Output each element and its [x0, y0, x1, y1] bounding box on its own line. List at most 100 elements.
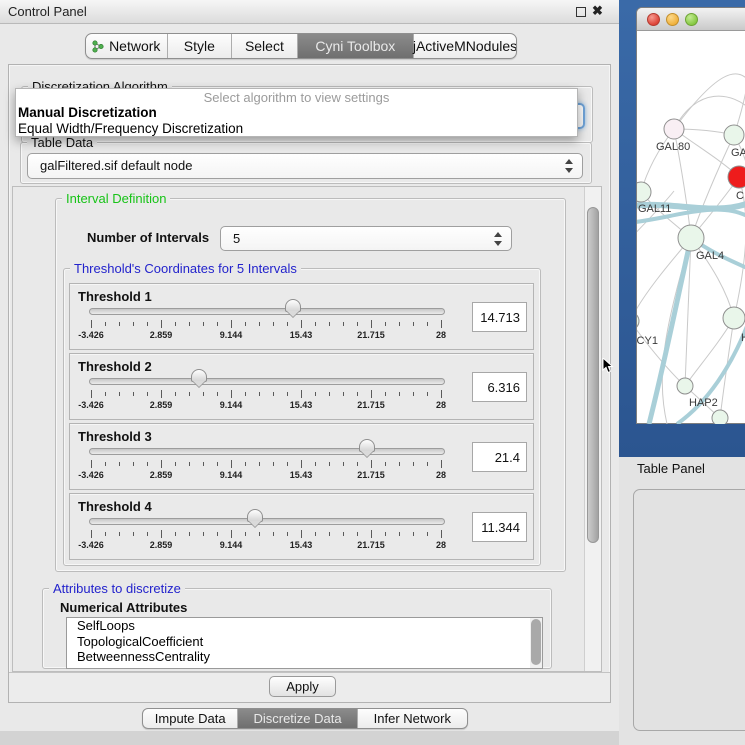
slider-tick: [385, 532, 386, 536]
threshold-slider-track[interactable]: [89, 378, 445, 385]
vertical-scrollbar-thumb[interactable]: [587, 207, 599, 543]
threshold-value-field[interactable]: 11.344: [472, 512, 527, 542]
slider-tick: [371, 460, 372, 468]
slider-tick: [301, 530, 302, 538]
threshold-value-field[interactable]: 6.316: [472, 372, 527, 402]
slider-tick: [371, 320, 372, 328]
close-traffic-light-icon[interactable]: [647, 13, 660, 26]
slider-tick: [399, 322, 400, 326]
node-label: GAL4: [696, 250, 724, 262]
tab-cyni-toolbox[interactable]: Cyni Toolbox: [298, 34, 414, 58]
close-icon[interactable]: ✖: [592, 3, 603, 19]
table-data-combobox[interactable]: galFiltered.sif default node: [27, 153, 583, 179]
slider-tick: [357, 462, 358, 466]
slider-tick: [217, 532, 218, 536]
network-node-gal11[interactable]: [637, 182, 651, 202]
control-panel: Control Panel ✖ NetworkStyle Select Cyni T…: [0, 0, 619, 745]
network-edge: [641, 129, 674, 192]
slider-tick: [441, 530, 442, 538]
slider-tick: [329, 532, 330, 536]
slider-tick: [175, 462, 176, 466]
algorithm-popup-options: Manual DiscretizationEqual Width/Frequen…: [16, 105, 577, 137]
node-label: GCY1: [637, 335, 658, 347]
algorithm-option[interactable]: Manual Discretization: [16, 105, 577, 121]
threshold-panel-2: Threshold 2-3.4262.8599.14415.4321.71528…: [69, 353, 534, 420]
algorithm-option[interactable]: Equal Width/Frequency Discretization: [16, 121, 577, 137]
slider-tick: [413, 322, 414, 326]
control-panel-titlebar: Control Panel ✖: [0, 0, 619, 24]
network-node-gal4[interactable]: [678, 225, 704, 251]
slider-tick: [203, 532, 204, 536]
threshold-slider-thumb[interactable]: [359, 439, 375, 452]
threshold-label: Threshold 3: [78, 429, 152, 444]
float-window-icon[interactable]: [576, 7, 586, 17]
slider-tick: [427, 462, 428, 466]
slider-tick-label: 21.715: [349, 330, 393, 340]
bottom-tab-infer-network[interactable]: Infer Network: [358, 709, 467, 728]
threshold-slider-track[interactable]: [89, 308, 445, 315]
network-node-c[interactable]: [728, 166, 745, 188]
network-node-ga[interactable]: [724, 125, 744, 145]
slider-tick: [119, 322, 120, 326]
threshold-slider-thumb[interactable]: [247, 509, 263, 522]
slider-tick: [161, 530, 162, 538]
slider-tick: [287, 462, 288, 466]
network-node-ha[interactable]: [723, 307, 745, 329]
attribute-list-item[interactable]: SelfLoops: [67, 618, 542, 634]
tab-network[interactable]: Network: [86, 34, 168, 58]
minimize-traffic-light-icon[interactable]: [666, 13, 679, 26]
slider-tick: [147, 322, 148, 326]
threshold-slider-track[interactable]: [89, 448, 445, 455]
tab-label: jActiveMNodules: [413, 38, 517, 54]
tab-style[interactable]: Style: [168, 34, 233, 58]
slider-tick: [427, 392, 428, 396]
table-panel: ⚙ ☑ ☑ shared... na YDL19...YDL1YDR27...Y…: [633, 489, 745, 731]
network-canvas[interactable]: GAL80GACGAL11GAL4GCY1HAHAP2: [637, 31, 745, 424]
network-window-titlebar: [637, 8, 745, 31]
network-edge: [674, 74, 745, 129]
zoom-traffic-light-icon[interactable]: [685, 13, 698, 26]
slider-tick: [189, 462, 190, 466]
threshold-value-field[interactable]: 14.713: [472, 302, 527, 332]
slider-tick: [203, 392, 204, 396]
threshold-value-field[interactable]: 21.4: [472, 442, 527, 472]
network-node[interactable]: [712, 410, 728, 424]
attribute-list-item[interactable]: BetweennessCentrality: [67, 649, 542, 665]
tab-select[interactable]: Select: [232, 34, 298, 58]
slider-tick-label: 28: [419, 330, 463, 340]
slider-tick: [357, 322, 358, 326]
threshold-slider-thumb[interactable]: [191, 369, 207, 382]
bottom-tab-discretize-data[interactable]: Discretize Data: [238, 709, 357, 728]
slider-tick: [315, 322, 316, 326]
network-node-gal80[interactable]: [664, 119, 684, 139]
network-node-gcy1[interactable]: [637, 312, 639, 330]
tab-label: Select: [245, 38, 284, 54]
slider-tick: [273, 532, 274, 536]
num-intervals-combobox[interactable]: 5: [220, 226, 512, 251]
algorithm-dropdown-popup: Select algorithm to view settings Manual…: [15, 88, 578, 137]
attributes-scrollbar-thumb[interactable]: [531, 619, 541, 665]
slider-tick-label: -3.426: [69, 470, 113, 480]
threshold-slider-track[interactable]: [89, 518, 445, 525]
apply-button[interactable]: Apply: [269, 676, 336, 697]
threshold-slider-thumb[interactable]: [285, 299, 301, 312]
slider-tick: [189, 322, 190, 326]
numerical-attributes-list[interactable]: SelfLoopsTopologicalCoefficientBetweenne…: [66, 617, 543, 669]
node-label: HA: [741, 332, 745, 344]
network-node-hap2[interactable]: [677, 378, 693, 394]
slider-tick: [91, 320, 92, 328]
slider-tick: [175, 392, 176, 396]
node-label: GAL80: [656, 141, 690, 153]
slider-tick: [119, 462, 120, 466]
attribute-list-item[interactable]: TopologicalCoefficient: [67, 634, 542, 650]
node-label: C: [736, 190, 744, 202]
slider-tick: [413, 392, 414, 396]
slider-tick: [273, 322, 274, 326]
slider-tick: [259, 462, 260, 466]
node-label: HAP2: [689, 397, 718, 409]
slider-tick: [203, 322, 204, 326]
slider-tick: [441, 320, 442, 328]
slider-tick: [287, 392, 288, 396]
tab-jactivemnodules[interactable]: jActiveMNodules: [414, 34, 516, 58]
bottom-tab-impute-data[interactable]: Impute Data: [143, 709, 238, 728]
